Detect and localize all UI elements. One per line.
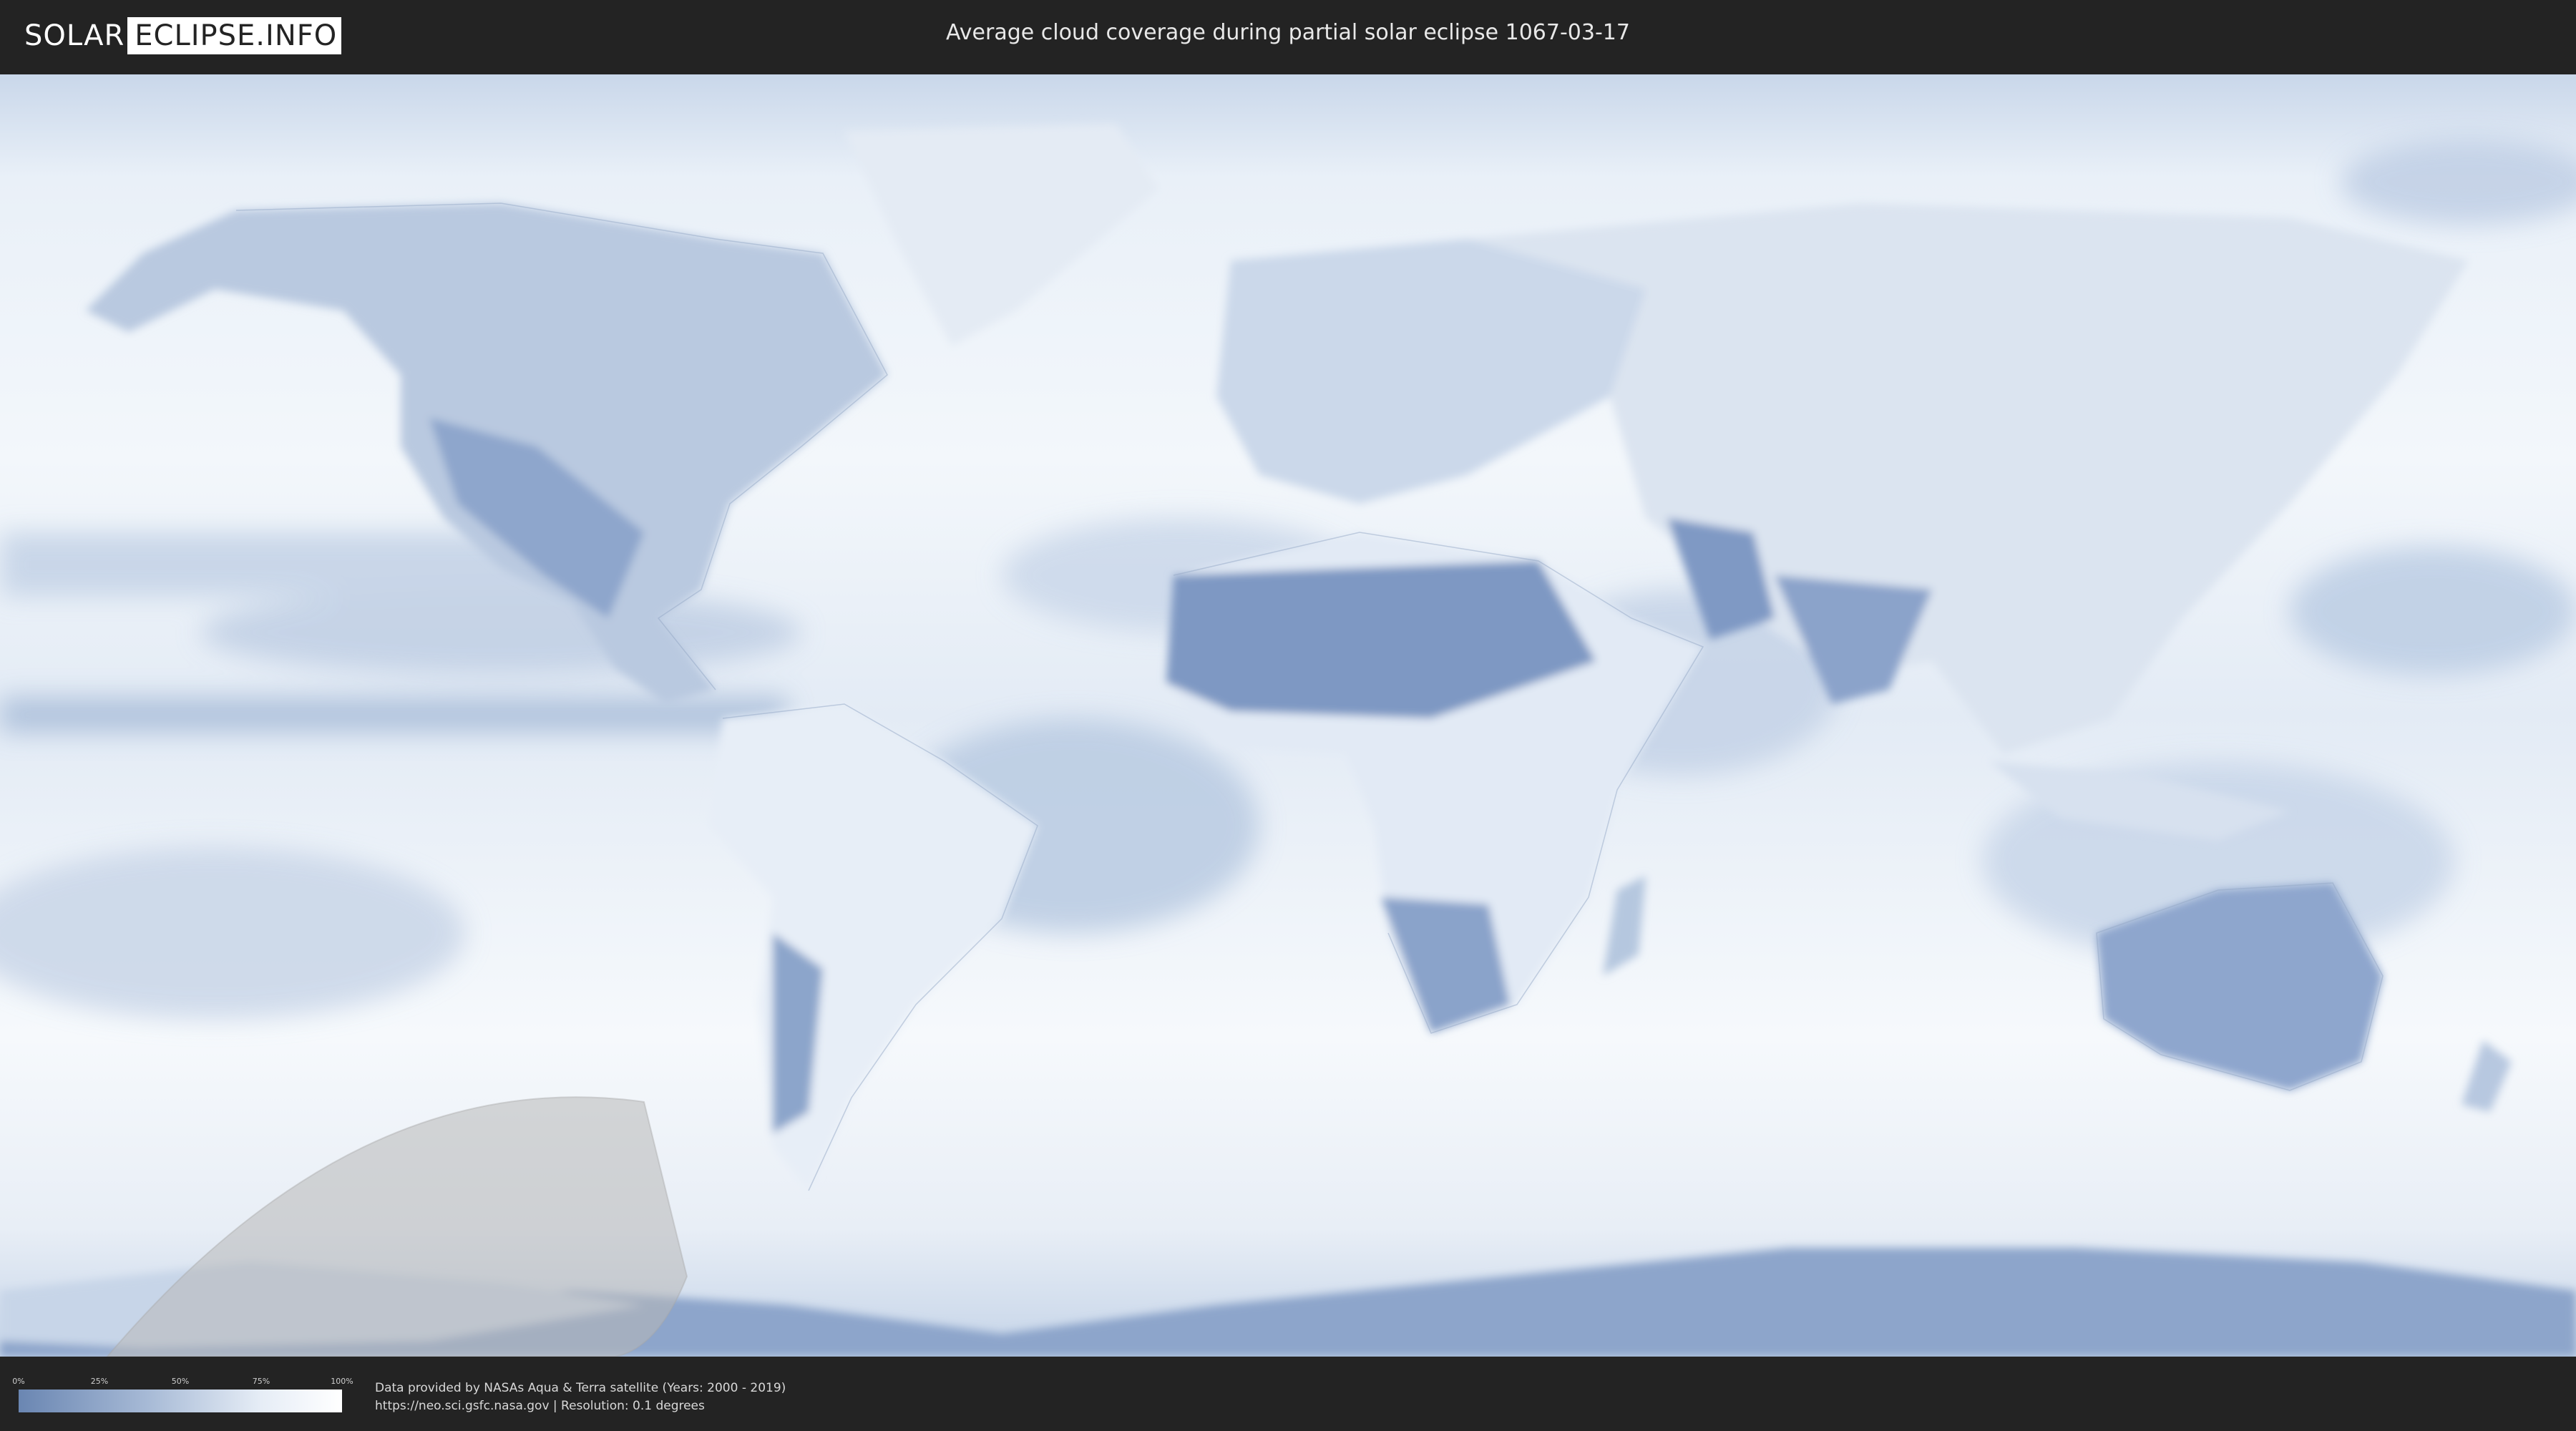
cloud-coverage-map[interactable] [0, 74, 2576, 1357]
legend-tick-50: 50% [171, 1377, 190, 1386]
legend-tick-75: 75% [252, 1377, 270, 1386]
legend-tick-0: 0% [12, 1377, 25, 1386]
legend-tick-25: 25% [90, 1377, 109, 1386]
data-credits: Data provided by NASAs Aqua & Terra sate… [375, 1379, 786, 1415]
header-bar: SOLAR ECLIPSE.INFO Average cloud coverag… [0, 0, 2576, 72]
credits-line-2: https://neo.sci.gsfc.nasa.gov | Resoluti… [375, 1399, 705, 1413]
credits-line-1: Data provided by NASAs Aqua & Terra sate… [375, 1381, 786, 1395]
cloud-coverage-legend-bar [19, 1390, 342, 1412]
legend-ticks: 0% 25% 50% 75% 100% [12, 1377, 353, 1387]
page-title: Average cloud coverage during partial so… [946, 20, 1630, 45]
legend-tick-100: 100% [331, 1377, 353, 1386]
